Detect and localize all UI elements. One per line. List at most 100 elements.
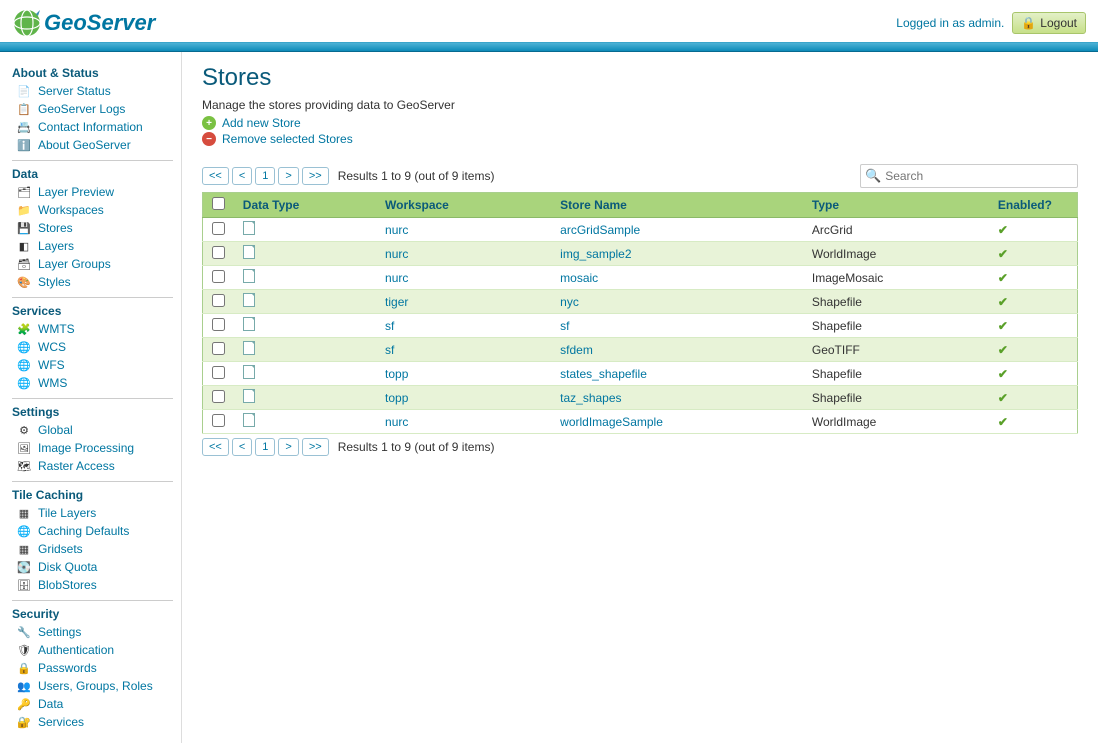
nav-item-caching-defaults[interactable]: 🌐Caching Defaults bbox=[12, 522, 173, 540]
nav-item-wcs[interactable]: 🌐WCS bbox=[12, 338, 173, 356]
nav-item-data[interactable]: 🔑Data bbox=[12, 695, 173, 713]
nav-link[interactable]: Workspaces bbox=[38, 203, 104, 217]
nav-item-styles[interactable]: 🎨Styles bbox=[12, 273, 173, 291]
nav-link[interactable]: Authentication bbox=[38, 643, 114, 657]
pager-last[interactable]: >> bbox=[302, 167, 329, 185]
nav-link[interactable]: Disk Quota bbox=[38, 560, 97, 574]
nav-link[interactable]: Stores bbox=[38, 221, 73, 235]
nav-item-layers[interactable]: ◧Layers bbox=[12, 237, 173, 255]
workspace-link[interactable]: tiger bbox=[385, 295, 408, 309]
store-name-link[interactable]: arcGridSample bbox=[560, 223, 640, 237]
pager-next-bottom[interactable]: > bbox=[278, 438, 298, 456]
row-checkbox[interactable] bbox=[212, 390, 225, 403]
pager-prev-bottom[interactable]: < bbox=[232, 438, 252, 456]
nav-link[interactable]: Image Processing bbox=[38, 441, 134, 455]
store-name-link[interactable]: img_sample2 bbox=[560, 247, 631, 261]
nav-item-blobstores[interactable]: 🗄BlobStores bbox=[12, 576, 173, 594]
header-store-name[interactable]: Store Name bbox=[552, 193, 804, 218]
nav-link[interactable]: Global bbox=[38, 423, 73, 437]
workspace-link[interactable]: sf bbox=[385, 343, 394, 357]
nav-item-wmts[interactable]: 🧩WMTS bbox=[12, 320, 173, 338]
nav-item-server-status[interactable]: 📄Server Status bbox=[12, 82, 173, 100]
pager-first-bottom[interactable]: << bbox=[202, 438, 229, 456]
nav-item-wfs[interactable]: 🌐WFS bbox=[12, 356, 173, 374]
store-name-link[interactable]: sfdem bbox=[560, 343, 593, 357]
nav-link[interactable]: Gridsets bbox=[38, 542, 83, 556]
pager-page-bottom[interactable]: 1 bbox=[255, 438, 275, 456]
nav-link[interactable]: About GeoServer bbox=[38, 138, 131, 152]
nav-item-layer-preview[interactable]: 🗂Layer Preview bbox=[12, 183, 173, 201]
remove-stores-label[interactable]: Remove selected Stores bbox=[222, 132, 353, 146]
nav-item-settings[interactable]: 🔧Settings bbox=[12, 623, 173, 641]
remove-stores-link[interactable]: − Remove selected Stores bbox=[202, 132, 1078, 146]
nav-link[interactable]: WCS bbox=[38, 340, 66, 354]
row-checkbox[interactable] bbox=[212, 270, 225, 283]
nav-link[interactable]: Caching Defaults bbox=[38, 524, 129, 538]
nav-item-contact-information[interactable]: 📇Contact Information bbox=[12, 118, 173, 136]
nav-item-users-groups-roles[interactable]: 👥Users, Groups, Roles bbox=[12, 677, 173, 695]
workspace-link[interactable]: nurc bbox=[385, 223, 408, 237]
nav-item-tile-layers[interactable]: ▦Tile Layers bbox=[12, 504, 173, 522]
store-name-link[interactable]: taz_shapes bbox=[560, 391, 621, 405]
pager-last-bottom[interactable]: >> bbox=[302, 438, 329, 456]
nav-link[interactable]: GeoServer Logs bbox=[38, 102, 125, 116]
row-checkbox[interactable] bbox=[212, 222, 225, 235]
pager-prev[interactable]: < bbox=[232, 167, 252, 185]
nav-link[interactable]: Settings bbox=[38, 625, 81, 639]
nav-item-passwords[interactable]: 🔒Passwords bbox=[12, 659, 173, 677]
logout-button[interactable]: 🔒 Logout bbox=[1012, 12, 1086, 34]
nav-link[interactable]: Layer Preview bbox=[38, 185, 114, 199]
nav-item-raster-access[interactable]: 🗺Raster Access bbox=[12, 457, 173, 475]
workspace-link[interactable]: topp bbox=[385, 367, 408, 381]
nav-link[interactable]: Raster Access bbox=[38, 459, 115, 473]
nav-link[interactable]: Services bbox=[38, 715, 84, 729]
store-name-link[interactable]: mosaic bbox=[560, 271, 598, 285]
row-checkbox[interactable] bbox=[212, 246, 225, 259]
nav-link[interactable]: WMS bbox=[38, 376, 67, 390]
nav-link[interactable]: Tile Layers bbox=[38, 506, 96, 520]
nav-item-gridsets[interactable]: ▦Gridsets bbox=[12, 540, 173, 558]
pager-first[interactable]: << bbox=[202, 167, 229, 185]
nav-link[interactable]: Contact Information bbox=[38, 120, 143, 134]
nav-link[interactable]: Styles bbox=[38, 275, 71, 289]
workspace-link[interactable]: topp bbox=[385, 391, 408, 405]
row-checkbox[interactable] bbox=[212, 342, 225, 355]
pager-next[interactable]: > bbox=[278, 167, 298, 185]
search-input[interactable] bbox=[883, 167, 1073, 185]
row-checkbox[interactable] bbox=[212, 294, 225, 307]
header-data-type[interactable]: Data Type bbox=[235, 193, 377, 218]
nav-item-workspaces[interactable]: 📁Workspaces bbox=[12, 201, 173, 219]
nav-link[interactable]: Layers bbox=[38, 239, 74, 253]
header-type[interactable]: Type bbox=[804, 193, 990, 218]
row-checkbox[interactable] bbox=[212, 318, 225, 331]
nav-item-services[interactable]: 🔐Services bbox=[12, 713, 173, 731]
workspace-link[interactable]: nurc bbox=[385, 247, 408, 261]
search-box[interactable]: 🔍 bbox=[860, 164, 1078, 188]
header-enabled[interactable]: Enabled? bbox=[990, 193, 1078, 218]
nav-item-wms[interactable]: 🌐WMS bbox=[12, 374, 173, 392]
select-all-checkbox[interactable] bbox=[212, 197, 225, 210]
pager-page[interactable]: 1 bbox=[255, 167, 275, 185]
row-checkbox[interactable] bbox=[212, 366, 225, 379]
nav-item-global[interactable]: ⚙Global bbox=[12, 421, 173, 439]
store-name-link[interactable]: sf bbox=[560, 319, 569, 333]
nav-link[interactable]: BlobStores bbox=[38, 578, 97, 592]
nav-item-layer-groups[interactable]: 🗃Layer Groups bbox=[12, 255, 173, 273]
nav-link[interactable]: WFS bbox=[38, 358, 65, 372]
header-workspace[interactable]: Workspace bbox=[377, 193, 552, 218]
nav-item-stores[interactable]: 💾Stores bbox=[12, 219, 173, 237]
store-name-link[interactable]: states_shapefile bbox=[560, 367, 647, 381]
nav-link[interactable]: Server Status bbox=[38, 84, 111, 98]
nav-item-about-geoserver[interactable]: ℹ️About GeoServer bbox=[12, 136, 173, 154]
nav-item-geoserver-logs[interactable]: 📋GeoServer Logs bbox=[12, 100, 173, 118]
workspace-link[interactable]: nurc bbox=[385, 271, 408, 285]
nav-link[interactable]: Passwords bbox=[38, 661, 97, 675]
workspace-link[interactable]: nurc bbox=[385, 415, 408, 429]
row-checkbox[interactable] bbox=[212, 414, 225, 427]
store-name-link[interactable]: worldImageSample bbox=[560, 415, 663, 429]
nav-item-image-processing[interactable]: 🖼Image Processing bbox=[12, 439, 173, 457]
nav-link[interactable]: WMTS bbox=[38, 322, 75, 336]
store-name-link[interactable]: nyc bbox=[560, 295, 579, 309]
workspace-link[interactable]: sf bbox=[385, 319, 394, 333]
nav-link[interactable]: Users, Groups, Roles bbox=[38, 679, 153, 693]
